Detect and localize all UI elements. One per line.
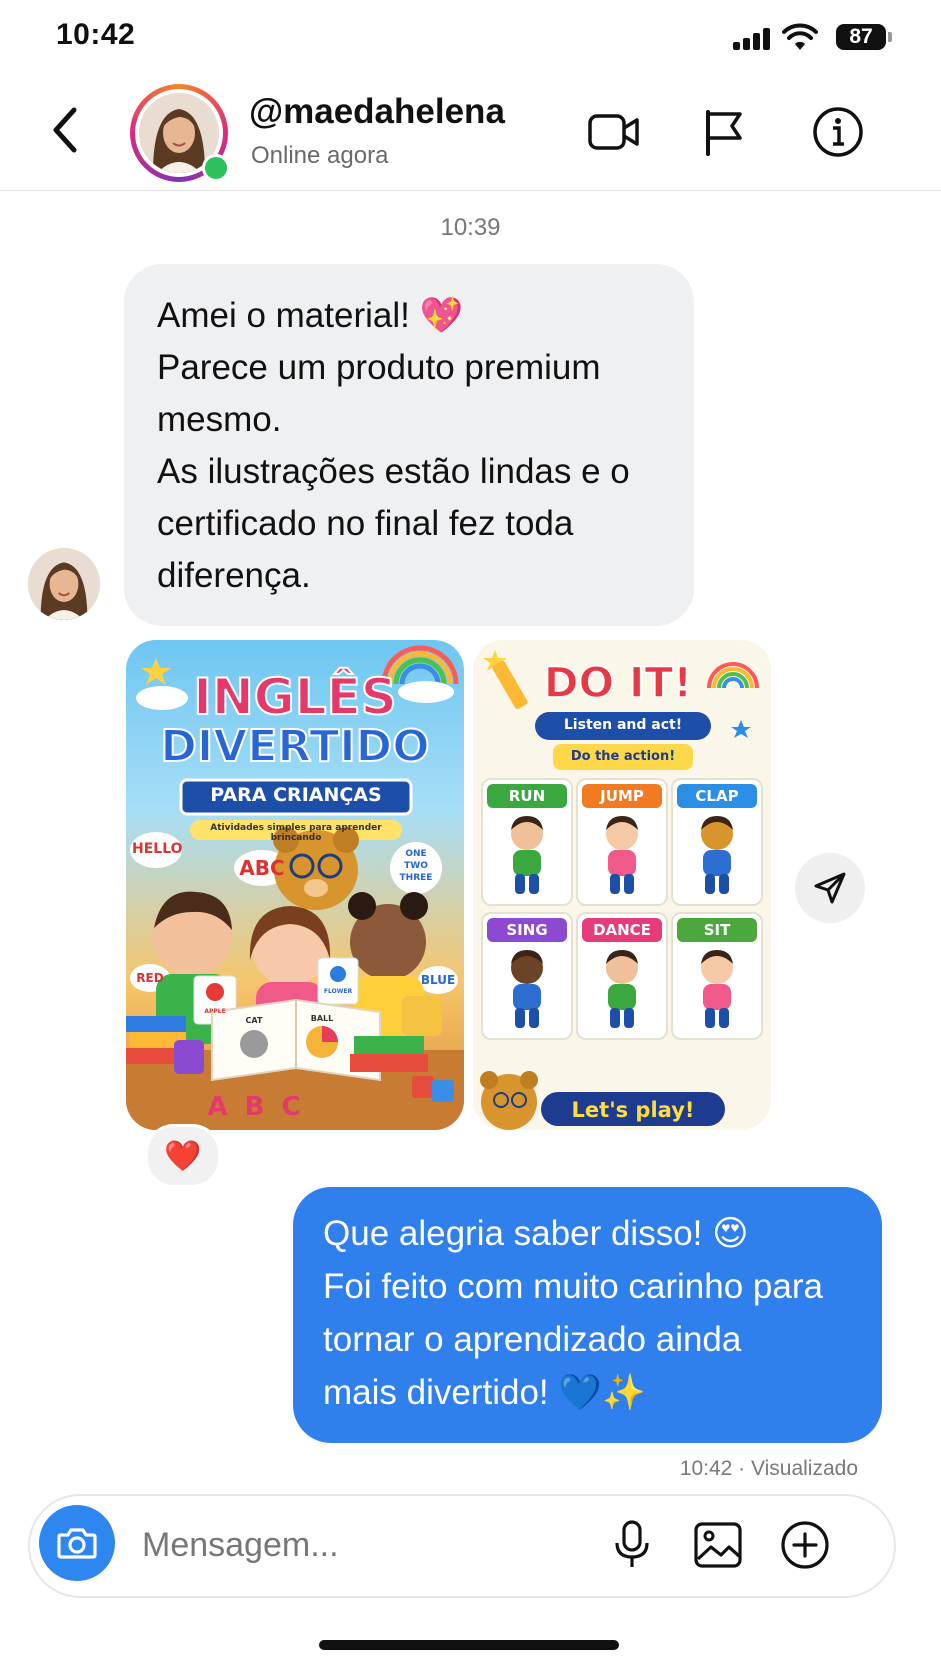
bubble-blue: BLUE: [420, 973, 456, 987]
report-button[interactable]: [692, 100, 756, 164]
card-apple: APPLE: [204, 1008, 226, 1015]
poster-banner: PARA CRIANÇAS: [210, 784, 382, 806]
bubble-numbers: ONE TWO THREE: [399, 849, 433, 883]
action-card: RUN: [481, 778, 573, 906]
message-input[interactable]: [142, 1520, 582, 1570]
bubble-hello: HELLO: [132, 841, 183, 857]
online-status-dot: [202, 154, 230, 182]
action-card: JUMP: [576, 778, 668, 906]
battery-icon: 87: [836, 24, 886, 50]
action-label: JUMP: [582, 784, 662, 808]
floor-letters: A B C: [207, 1092, 305, 1122]
message-line: certificado no final fez toda: [157, 504, 574, 543]
message-line: mais divertido! 💙✨: [323, 1373, 646, 1412]
wifi-icon: [782, 23, 818, 50]
status-time: 10:42: [56, 18, 136, 51]
shared-image-ingles-divertido[interactable]: INGLÊS DIVERTIDO PARA CRIANÇAS Atividade…: [126, 640, 464, 1130]
message-line: Que alegria saber disso! 😍: [323, 1214, 749, 1253]
message-line: As ilustrações estão lindas e o: [157, 452, 630, 491]
presence-status: Online agora: [251, 142, 389, 169]
cellular-signal-icon: [733, 26, 771, 50]
action-illustration: [701, 950, 733, 1028]
poster-title-line2: DIVERTIDO: [159, 721, 430, 773]
poster2-footer: Let's play!: [571, 1098, 695, 1122]
poster2-subtitle: Listen and act!: [563, 717, 683, 733]
battery-nub: [888, 32, 892, 42]
message-line: mesmo.: [157, 400, 282, 439]
action-card: DANCE: [576, 912, 668, 1040]
shared-image-do-it[interactable]: DO IT! Listen and act! Do the action! RU…: [473, 640, 771, 1130]
sender-avatar[interactable]: [28, 548, 100, 620]
action-card: SING: [481, 912, 573, 1040]
action-label: SING: [487, 918, 567, 942]
outgoing-message-bubble[interactable]: Que alegria saber disso! 😍 Foi feito com…: [293, 1187, 882, 1443]
message-line: tornar o aprendizado ainda: [323, 1320, 742, 1359]
header-divider: [0, 190, 941, 191]
message-line: Foi feito com muito carinho para: [323, 1267, 823, 1306]
action-label: RUN: [487, 784, 567, 808]
message-line: diferença.: [157, 556, 311, 595]
book-cat: CAT: [245, 1016, 263, 1025]
action-label: DANCE: [582, 918, 662, 942]
image-icon: [694, 1522, 742, 1568]
back-button[interactable]: [40, 98, 90, 162]
poster-subtitle: Atividades simples para aprender brincan…: [210, 823, 382, 843]
gallery-button[interactable]: [688, 1515, 748, 1575]
action-illustration: [606, 950, 638, 1028]
bubble-red: RED: [136, 971, 164, 985]
video-camera-icon: [588, 114, 639, 150]
action-label: SIT: [677, 918, 757, 942]
more-options-button[interactable]: [775, 1515, 835, 1575]
action-illustration: [511, 950, 543, 1028]
poster-title-line1: INGLÊS: [192, 668, 398, 726]
action-illustration: [511, 816, 543, 894]
info-icon: [813, 107, 863, 157]
heart-reaction[interactable]: ❤️: [145, 1124, 221, 1188]
camera-icon: [57, 1528, 97, 1559]
action-card: CLAP: [671, 778, 763, 906]
contact-username[interactable]: @maedahelena: [249, 92, 505, 132]
incoming-message-bubble[interactable]: Amei o material! 💖 Parece um produto pre…: [124, 264, 694, 626]
chevron-left-icon: [53, 107, 77, 153]
message-line: Amei o material! 💖: [157, 296, 464, 335]
voice-message-button[interactable]: [602, 1515, 662, 1575]
poster2-instruction: Do the action!: [570, 749, 676, 764]
card-flower: FLOWER: [323, 988, 353, 995]
action-card: SIT: [671, 912, 763, 1040]
action-illustration: [606, 816, 638, 894]
flag-icon: [706, 110, 742, 156]
action-label: CLAP: [677, 784, 757, 808]
microphone-icon: [615, 1520, 649, 1567]
seen-status: 10:42 · Visualizado: [679, 1457, 858, 1480]
info-button[interactable]: [806, 100, 870, 164]
poster2-title: DO IT!: [543, 657, 693, 708]
message-timestamp: 10:39: [440, 214, 501, 241]
plus-circle-icon: [781, 1521, 829, 1569]
message-line: Parece um produto premium: [157, 348, 601, 387]
video-call-button[interactable]: [582, 100, 646, 164]
camera-button[interactable]: [39, 1505, 115, 1581]
book-ball: BALL: [310, 1014, 334, 1023]
home-indicator: [319, 1640, 619, 1650]
action-illustration: [701, 816, 733, 894]
share-button[interactable]: [795, 853, 865, 923]
bubble-abc: ABC: [239, 856, 285, 880]
send-arrow-icon: [814, 872, 846, 904]
